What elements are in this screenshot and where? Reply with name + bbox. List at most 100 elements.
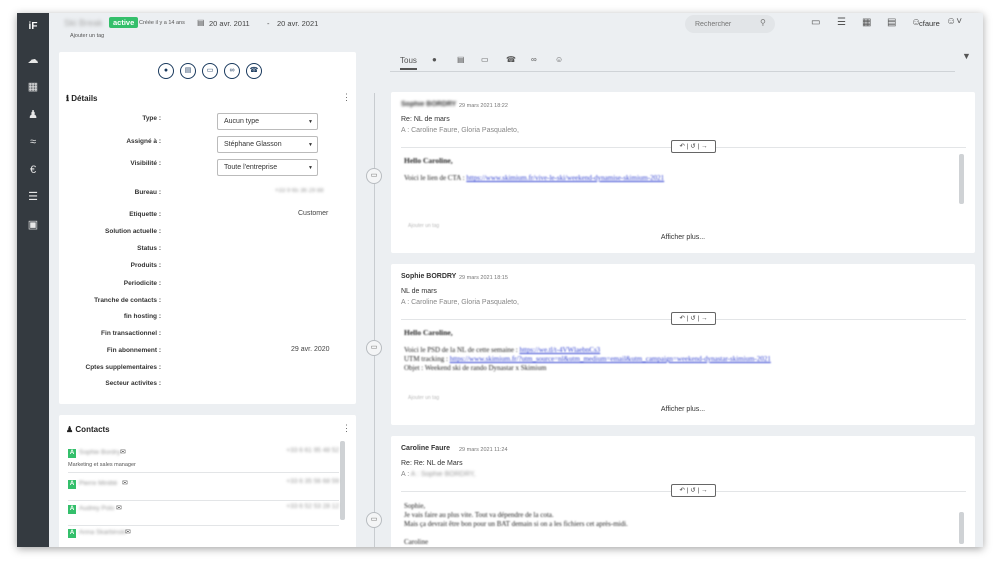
tab-all[interactable]: Tous (400, 56, 417, 70)
contacts-title: ♟ Contacts (66, 425, 110, 434)
phone-button[interactable]: ☎ (246, 63, 262, 79)
contact-row[interactable]: A Sophie Bordry ✉ +33 6 61 95 48 52 Mark… (68, 446, 339, 473)
comment-icon[interactable]: ● (432, 55, 437, 64)
details-more-icon[interactable]: ⋮ (342, 92, 351, 103)
email-timeline-icon: ▭ (366, 340, 382, 356)
contact-name[interactable]: Audrey Polo (79, 505, 114, 512)
inbox-icon[interactable]: ▭ (481, 55, 489, 64)
date-separator: - (267, 19, 270, 28)
products-label: Produits : (130, 262, 161, 269)
contact-name[interactable]: Sophie Bordry (79, 449, 120, 456)
contact-name[interactable]: Anna Skarbinski (79, 529, 126, 536)
email-button[interactable]: ▭ (202, 63, 218, 79)
forward-icon[interactable]: → (701, 487, 708, 494)
dashboard-icon[interactable]: ☁ (25, 53, 41, 67)
periodicity-label: Periodicite : (123, 280, 161, 287)
envelope-icon[interactable]: ✉ (122, 479, 128, 487)
office-label: Bureau : (134, 189, 161, 196)
extra-accounts-label: Cptes supplementaires : (85, 364, 162, 371)
envelope-icon[interactable]: ✉ (116, 504, 122, 512)
email-card: Sophie BORDRY 29 mars 2021 18:22 Re: NL … (391, 92, 975, 253)
app-logo[interactable]: iF (24, 18, 42, 38)
contacts-range-label: Tranche de contacts : (94, 297, 161, 304)
email-link[interactable]: https://www.skimium.fr/?utm_source=nl&ut… (450, 355, 771, 363)
inbox-icon[interactable]: ▭ (811, 17, 820, 28)
assigned-label: Assigné à : (126, 138, 161, 145)
visibility-label: Visibilité : (130, 160, 161, 167)
search-icon[interactable]: ⚲ (760, 18, 766, 27)
email-link[interactable]: https://www.skimium.fr/vive-le-ski/weeke… (466, 174, 664, 182)
reply-icon[interactable]: ↶ (679, 143, 684, 150)
grid-icon[interactable]: ▦ (862, 17, 871, 28)
created-label: Créée il y a 14 ans (139, 20, 185, 26)
contact-row[interactable]: A Anna Skarbinski ✉ (68, 526, 339, 547)
contact-phone: +33 6 52 53 28 12 (286, 503, 339, 510)
envelope-icon[interactable]: ✉ (125, 528, 131, 536)
comment-button[interactable]: ● (158, 63, 174, 79)
email-add-tag[interactable]: Ajouter un tag (408, 223, 439, 229)
euro-icon[interactable]: € (25, 163, 41, 177)
reply-all-icon[interactable]: ↺ (690, 143, 695, 150)
user-name[interactable]: cfaure (919, 19, 940, 28)
sector-label: Secteur activites : (105, 380, 161, 387)
tabs-divider (390, 71, 955, 72)
email-date: 29 mars 2021 11:24 (459, 447, 508, 453)
user-menu-icon[interactable]: ☺˅ (946, 16, 962, 27)
forward-icon[interactable]: → (701, 315, 708, 322)
calendar-button[interactable]: ▤ (180, 63, 196, 79)
show-more-link[interactable]: Afficher plus... (391, 406, 975, 413)
email-scrollbar[interactable] (959, 154, 964, 204)
phone-icon[interactable]: ☎ (506, 55, 516, 64)
email-date: 29 mars 2021 18:22 (459, 103, 508, 109)
add-tag-link[interactable]: Ajouter un tag (70, 33, 104, 39)
attachment-button[interactable]: ∞ (224, 63, 240, 79)
contact-name[interactable]: Pierre Minitté (79, 480, 117, 487)
office-value: +33 9 65 36 29 88 (275, 188, 324, 194)
topbar: Ski Break active Créée il y a 14 ans Ajo… (49, 13, 983, 47)
building-icon[interactable]: ▦ (25, 80, 41, 94)
email-subject: Re: NL de mars (401, 116, 450, 123)
reply-all-icon[interactable]: ↺ (690, 487, 695, 494)
email-body: Sophie, Je vais faire au plus vite. Tout… (404, 502, 628, 546)
show-more-link[interactable]: Afficher plus... (391, 234, 975, 241)
filter-icon[interactable]: ▼ (962, 51, 971, 61)
tasks-icon[interactable]: ☰ (837, 17, 846, 28)
email-actions[interactable]: ↶ | ↺ | → (671, 484, 716, 497)
type-label: Type : (142, 115, 161, 122)
email-link[interactable]: https://we.tl/t-4VWlaebnCs3 (519, 346, 600, 354)
type-select[interactable]: Aucun type ▼ (217, 113, 318, 130)
forward-icon[interactable]: → (701, 143, 708, 150)
contact-row[interactable]: A Pierre Minitté ✉ +33 6 35 56 68 59 (68, 477, 339, 501)
details-title: ℹ Détails (66, 94, 98, 103)
email-scrollbar[interactable] (959, 512, 964, 544)
calendar-icon[interactable]: ▤ (887, 17, 896, 28)
users-icon[interactable]: ♟ (25, 108, 41, 122)
contacts-scrollbar[interactable] (340, 441, 345, 520)
truck-icon[interactable]: ▣ (25, 218, 41, 232)
email-add-tag[interactable]: Ajouter un tag (408, 395, 439, 401)
email-actions[interactable]: ↶ | ↺ | → (671, 312, 716, 325)
assigned-select[interactable]: Stéphane Glasson ▼ (217, 136, 318, 153)
list-icon[interactable]: ☰ (25, 190, 41, 204)
reply-icon[interactable]: ↶ (679, 487, 684, 494)
reply-icon[interactable]: ↶ (679, 315, 684, 322)
email-actions[interactable]: ↶ | ↺ | → (671, 140, 716, 153)
calendar-icon[interactable]: ▤ (457, 55, 465, 64)
paperclip-icon[interactable]: ∞ (531, 55, 537, 64)
reply-all-icon[interactable]: ↺ (690, 315, 695, 322)
contact-badge: A (68, 449, 76, 458)
contact-row[interactable]: A Audrey Polo ✉ +33 6 52 53 28 12 (68, 502, 339, 526)
envelope-icon[interactable]: ✉ (120, 448, 126, 456)
email-recipients: A : Caroline Faure, Gloria Pasqualeto, (401, 127, 519, 134)
contact-role: Marketing et sales manager (68, 462, 136, 468)
handshake-icon[interactable]: ≈ (25, 135, 41, 149)
visibility-select[interactable]: Toute l'entreprise ▼ (217, 159, 318, 176)
date-start: 20 avr. 2011 (209, 19, 250, 28)
contact-badge: A (68, 480, 76, 489)
date-end: 20 avr. 2021 (277, 19, 319, 28)
contact-badge: A (68, 529, 76, 538)
contacts-more-icon[interactable]: ⋮ (342, 423, 351, 434)
user-icon[interactable]: ☺ (555, 55, 563, 64)
details-panel: ● ▤ ▭ ∞ ☎ ℹ Détails ⋮ Type : Aucun type ▼… (59, 52, 356, 404)
sidebar: iF ☁ ▦ ♟ ≈ € ☰ ▣ (17, 13, 49, 547)
